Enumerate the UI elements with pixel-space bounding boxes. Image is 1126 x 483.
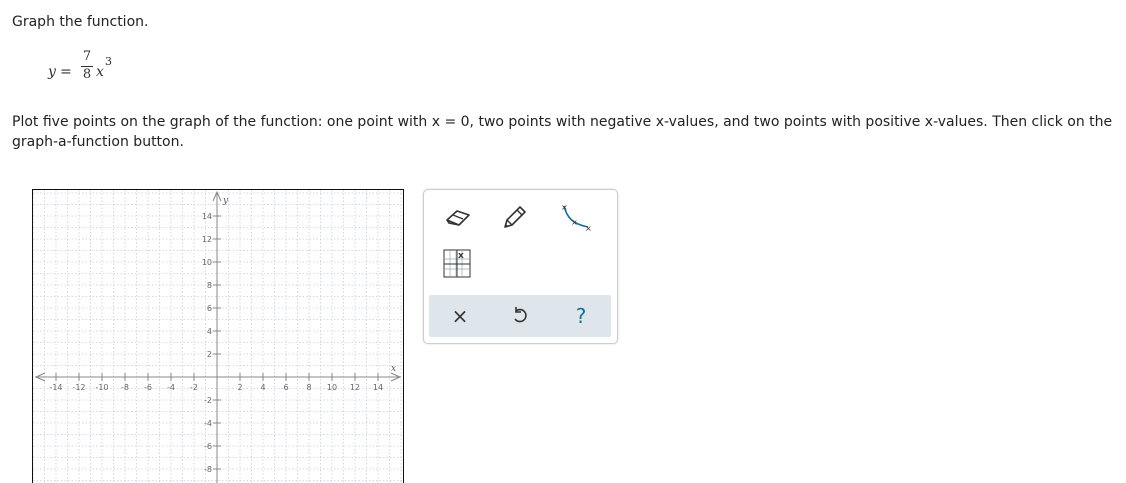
y-tick-label: 14 — [202, 212, 212, 221]
eraser-tool[interactable] — [440, 202, 476, 232]
y-tick-label: 4 — [207, 327, 212, 336]
graph-function-icon: x — [443, 249, 471, 278]
equation-variable: x — [96, 64, 104, 80]
svg-text:×: × — [571, 218, 578, 227]
y-tick-label: -4 — [204, 419, 212, 428]
x-tick-label: -2 — [190, 383, 198, 392]
graph-action-bar: × ? — [429, 295, 611, 337]
y-tick-label: 8 — [207, 281, 212, 290]
fraction-numerator: 7 — [82, 49, 92, 64]
graph-canvas[interactable]: x y -14 -12 -10 -8 -6 -4 -2 2 4 6 8 10 12 14 14 12 10 8 6 4 2 -… — [33, 190, 403, 483]
equation-equals: = — [60, 64, 72, 80]
x-tick-label: 8 — [306, 383, 311, 392]
reset-icon — [514, 307, 527, 323]
function-equation: y = 7 8 x 3 — [48, 50, 138, 90]
x-tick-label: -10 — [95, 383, 108, 392]
curve-tool[interactable]: × × × — [558, 202, 594, 232]
y-tick-label: -8 — [204, 465, 212, 474]
axes — [34, 190, 402, 483]
equation-fraction: 7 8 — [81, 50, 93, 82]
y-tick-label: -2 — [204, 396, 212, 405]
fraction-denominator: 8 — [82, 67, 92, 82]
x-tick-label: -6 — [144, 383, 152, 392]
help-icon: ? — [575, 304, 587, 328]
x-tick-label: -12 — [72, 383, 85, 392]
x-tick-label: -8 — [121, 383, 129, 392]
equation-exponent: 3 — [105, 55, 112, 68]
curve-icon: × × × — [561, 203, 592, 232]
axis-tick-labels: x y -14 -12 -10 -8 -6 -4 -2 2 4 6 8 10 12 14 14 12 10 8 6 4 2 -… — [49, 196, 396, 474]
graph-area[interactable]: x y -14 -12 -10 -8 -6 -4 -2 2 4 6 8 10 12 14 14 12 10 8 6 4 2 -… — [32, 189, 404, 483]
graph-function-tool[interactable]: x — [438, 248, 474, 278]
grid-lines — [33, 190, 403, 483]
x-tick-label: 10 — [327, 383, 337, 392]
eraser-icon — [446, 210, 470, 226]
x-tick-label: -4 — [167, 383, 175, 392]
x-tick-label: -14 — [49, 383, 62, 392]
y-axis-label: y — [222, 196, 229, 206]
clear-button[interactable]: × — [445, 301, 475, 331]
prompt-text: Plot five points on the graph of the fun… — [12, 114, 1113, 150]
y-tick-label: 12 — [202, 235, 212, 244]
y-tick-label: 6 — [207, 304, 212, 313]
svg-text:x: x — [458, 251, 464, 261]
y-tick-label: 10 — [202, 258, 212, 267]
svg-text:×: × — [561, 203, 568, 212]
x-tick-label: 12 — [350, 383, 360, 392]
equation-lhs: y — [48, 64, 56, 80]
svg-text:×: × — [585, 224, 592, 232]
x-tick-label: 6 — [283, 383, 288, 392]
y-tick-label: 2 — [207, 350, 212, 359]
clear-icon: × — [451, 304, 469, 328]
x-axis-label: x — [391, 364, 396, 374]
x-tick-label: 14 — [373, 383, 383, 392]
instruction-text: Graph the function. — [12, 14, 149, 30]
x-tick-label: 4 — [260, 383, 265, 392]
y-tick-label: -6 — [204, 442, 212, 451]
graph-toolbox: × × × x × ? — [423, 189, 618, 344]
help-button[interactable]: ? — [566, 301, 596, 331]
pencil-tool[interactable] — [496, 202, 532, 232]
reset-button[interactable] — [505, 301, 535, 331]
pencil-icon — [504, 206, 526, 228]
x-tick-label: 2 — [237, 383, 242, 392]
